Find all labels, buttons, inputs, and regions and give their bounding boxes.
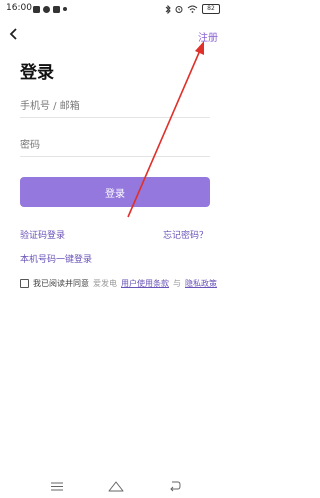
status-time: 16:00: [6, 3, 32, 13]
one-key-login-link[interactable]: 本机号码一键登录: [20, 252, 92, 265]
back-nav-icon[interactable]: [169, 481, 181, 492]
login-button[interactable]: 登录: [20, 177, 210, 207]
password-input[interactable]: [20, 134, 210, 157]
terms-link[interactable]: 用户使用条款: [121, 278, 169, 289]
phone-email-input[interactable]: [20, 95, 210, 118]
agreement-prefix: 我已阅读并同意: [33, 278, 89, 288]
privacy-policy-link[interactable]: 隐私政策: [185, 278, 217, 289]
forgot-password-link[interactable]: 忘记密码？: [163, 228, 208, 241]
register-link[interactable]: 注册: [198, 29, 218, 44]
agreement-row: 我已阅读并同意 爱发电 用户使用条款 与 隐私政策: [20, 277, 217, 289]
home-icon[interactable]: [108, 480, 124, 492]
agreement-and: 与: [173, 278, 181, 288]
navigation-bar: [0, 474, 230, 498]
agreement-brand: 爱发电: [93, 278, 117, 288]
alarm-icon: [175, 6, 183, 13]
menu-icon[interactable]: [51, 482, 63, 491]
app-icon: [53, 5, 60, 13]
more-dot-icon: [63, 7, 67, 11]
code-login-link[interactable]: 验证码登录: [20, 228, 65, 241]
agreement-checkbox[interactable]: [20, 278, 29, 288]
system-icons: 82: [165, 3, 220, 15]
battery-icon: 82: [202, 4, 220, 14]
back-arrow-icon[interactable]: [8, 27, 20, 41]
message-icon: [33, 5, 40, 13]
status-bar: 16:00 82: [0, 0, 230, 18]
notification-icons: [33, 4, 67, 14]
bluetooth-icon: [165, 4, 171, 14]
wifi-icon: [187, 5, 198, 13]
page-title: 登录: [20, 63, 54, 83]
chat-icon: [43, 5, 50, 13]
